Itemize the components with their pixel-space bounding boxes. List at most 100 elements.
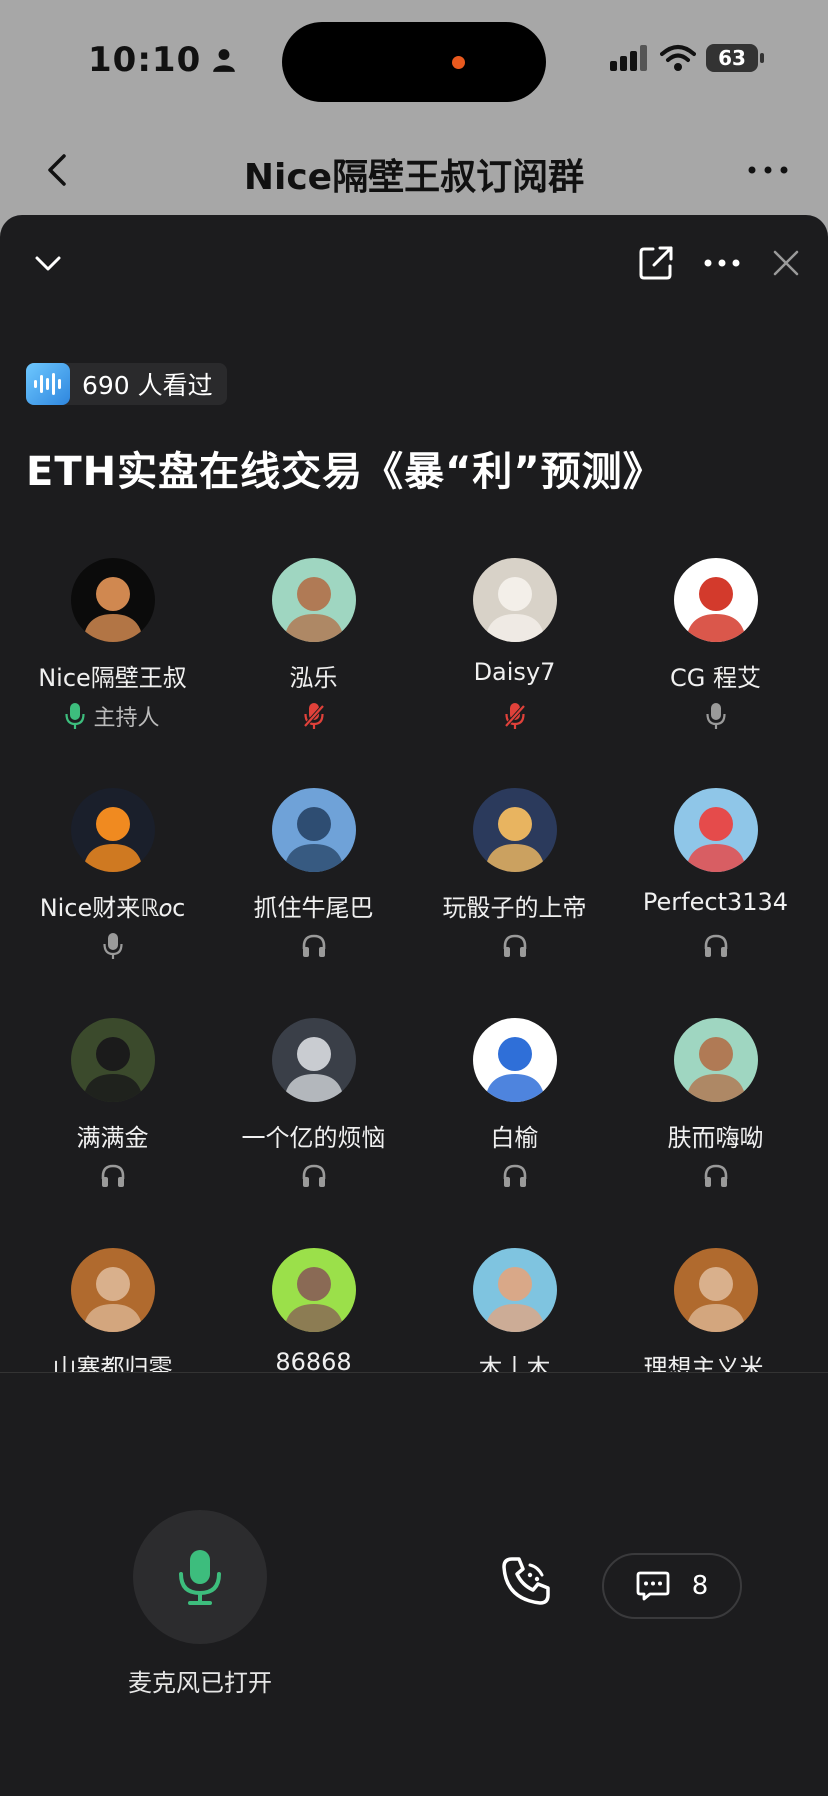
headphones-icon — [100, 1163, 126, 1189]
status-icons: 63 — [610, 44, 764, 72]
avatar[interactable] — [472, 788, 557, 872]
member-name: 抓住牛尾巴 — [253, 894, 374, 922]
member-name: Perfect3134 — [642, 888, 789, 916]
avatar[interactable] — [472, 1018, 557, 1102]
member-name: 白榆 — [490, 1124, 539, 1152]
share-external-icon — [639, 246, 673, 280]
member-name: Daisy7 — [473, 658, 556, 686]
microphone-icon — [102, 932, 123, 960]
signal-icon — [610, 45, 647, 71]
mic-toggle-button[interactable] — [133, 1510, 267, 1644]
member-status — [213, 932, 414, 960]
member-role: 主持人 — [93, 706, 160, 731]
avatar[interactable] — [472, 1248, 557, 1332]
room-title: ETH实盘在线交易《暴“利”预测》 — [26, 449, 664, 495]
chevron-down-icon — [35, 256, 61, 271]
mic-status-label: 麦克风已打开 — [128, 1669, 272, 1697]
member-status — [414, 1162, 615, 1190]
microphone-icon — [179, 1550, 221, 1605]
headphones-icon — [703, 933, 729, 959]
close-button[interactable] — [766, 243, 806, 283]
view-count-badge: 690 人看过 — [26, 363, 227, 405]
member-item[interactable]: Daisy7 — [414, 558, 615, 730]
member-item[interactable]: CG 程艾 — [615, 558, 816, 730]
headphones-icon — [301, 1163, 327, 1189]
member-item[interactable]: 玩骰子的上帝 — [414, 788, 615, 960]
member-item[interactable]: Nice财来ℝ𝑜c — [12, 788, 213, 960]
member-status — [615, 932, 816, 960]
member-name: Nice财来ℝ𝑜c — [39, 894, 186, 922]
member-item[interactable]: 泓乐 — [213, 558, 414, 730]
more-horizontal-icon — [748, 166, 788, 174]
dynamic-island — [282, 22, 546, 102]
member-name: 一个亿的烦恼 — [241, 1124, 386, 1152]
member-name: 肤而嗨呦 — [667, 1124, 764, 1152]
person-icon — [213, 49, 236, 72]
bottom-controls: 麦克风已打开 8 — [0, 1373, 828, 1796]
member-item[interactable]: 一个亿的烦恼 — [213, 1018, 414, 1190]
phone-smile-icon — [502, 1557, 550, 1605]
member-name: CG 程艾 — [670, 664, 761, 692]
page-title: Nice隔壁王叔订阅群 — [243, 157, 585, 198]
recording-dot-icon — [452, 56, 465, 69]
member-name: Nice隔壁王叔 — [38, 664, 187, 692]
battery-indicator: 63 — [706, 44, 764, 72]
voice-room-sheet: 690 人看过 ETH实盘在线交易《暴“利”预测》 Nice隔壁王叔 主持人 泓乐 D… — [0, 215, 828, 1796]
avatar[interactable] — [673, 1248, 758, 1332]
chat-button[interactable]: 8 — [602, 1553, 742, 1619]
avatar[interactable] — [271, 558, 356, 642]
microphone-icon — [705, 702, 726, 730]
member-item[interactable]: 白榆 — [414, 1018, 615, 1190]
avatar[interactable] — [70, 1248, 155, 1332]
nav-bar: Nice隔壁王叔订阅群 — [0, 120, 828, 220]
headphones-icon — [301, 933, 327, 959]
member-status — [414, 932, 615, 960]
microphone-muted-icon — [504, 702, 526, 730]
member-status — [12, 932, 213, 960]
headphones-icon — [502, 933, 528, 959]
member-status — [414, 702, 615, 730]
headphones-icon — [703, 1163, 729, 1189]
member-status — [213, 1162, 414, 1190]
avatar[interactable] — [271, 788, 356, 872]
collapse-button[interactable] — [28, 243, 68, 283]
avatar[interactable] — [673, 1018, 758, 1102]
member-status — [213, 702, 414, 730]
member-item[interactable]: Nice隔壁王叔主持人 — [12, 558, 213, 731]
wifi-icon — [660, 45, 696, 71]
chat-count: 8 — [691, 1571, 709, 1601]
member-name: 满满金 — [76, 1124, 149, 1152]
member-item[interactable]: Perfect3134 — [615, 788, 816, 960]
avatar[interactable] — [271, 1248, 356, 1332]
avatar[interactable] — [271, 1018, 356, 1102]
soundwave-icon — [26, 363, 70, 405]
more-button[interactable] — [744, 150, 792, 190]
member-status — [615, 702, 816, 730]
member-status: 主持人 — [12, 702, 213, 731]
avatar[interactable] — [70, 1018, 155, 1102]
avatar[interactable] — [673, 788, 758, 872]
view-count-text: 690 人看过 — [82, 371, 213, 400]
member-item[interactable]: 满满金 — [12, 1018, 213, 1190]
member-status — [12, 1162, 213, 1190]
share-button[interactable] — [634, 241, 678, 285]
call-button[interactable] — [498, 1553, 554, 1609]
microphone-icon — [65, 702, 86, 730]
member-status — [615, 1162, 816, 1190]
member-name: 泓乐 — [289, 664, 338, 692]
avatar[interactable] — [70, 558, 155, 642]
avatar[interactable] — [673, 558, 758, 642]
member-name: 玩骰子的上帝 — [442, 894, 587, 922]
more-horizontal-icon — [704, 259, 740, 267]
status-time: 10:10 — [88, 40, 237, 80]
member-item[interactable]: 肤而嗨呦 — [615, 1018, 816, 1190]
headphones-icon — [502, 1163, 528, 1189]
sheet-toolbar — [0, 215, 828, 305]
member-item[interactable]: 抓住牛尾巴 — [213, 788, 414, 960]
message-icon — [636, 1571, 670, 1601]
close-icon — [773, 250, 799, 276]
avatar[interactable] — [472, 558, 557, 642]
room-more-button[interactable] — [700, 243, 744, 283]
avatar[interactable] — [70, 788, 155, 872]
status-bar: 10:10 63 — [0, 0, 828, 120]
